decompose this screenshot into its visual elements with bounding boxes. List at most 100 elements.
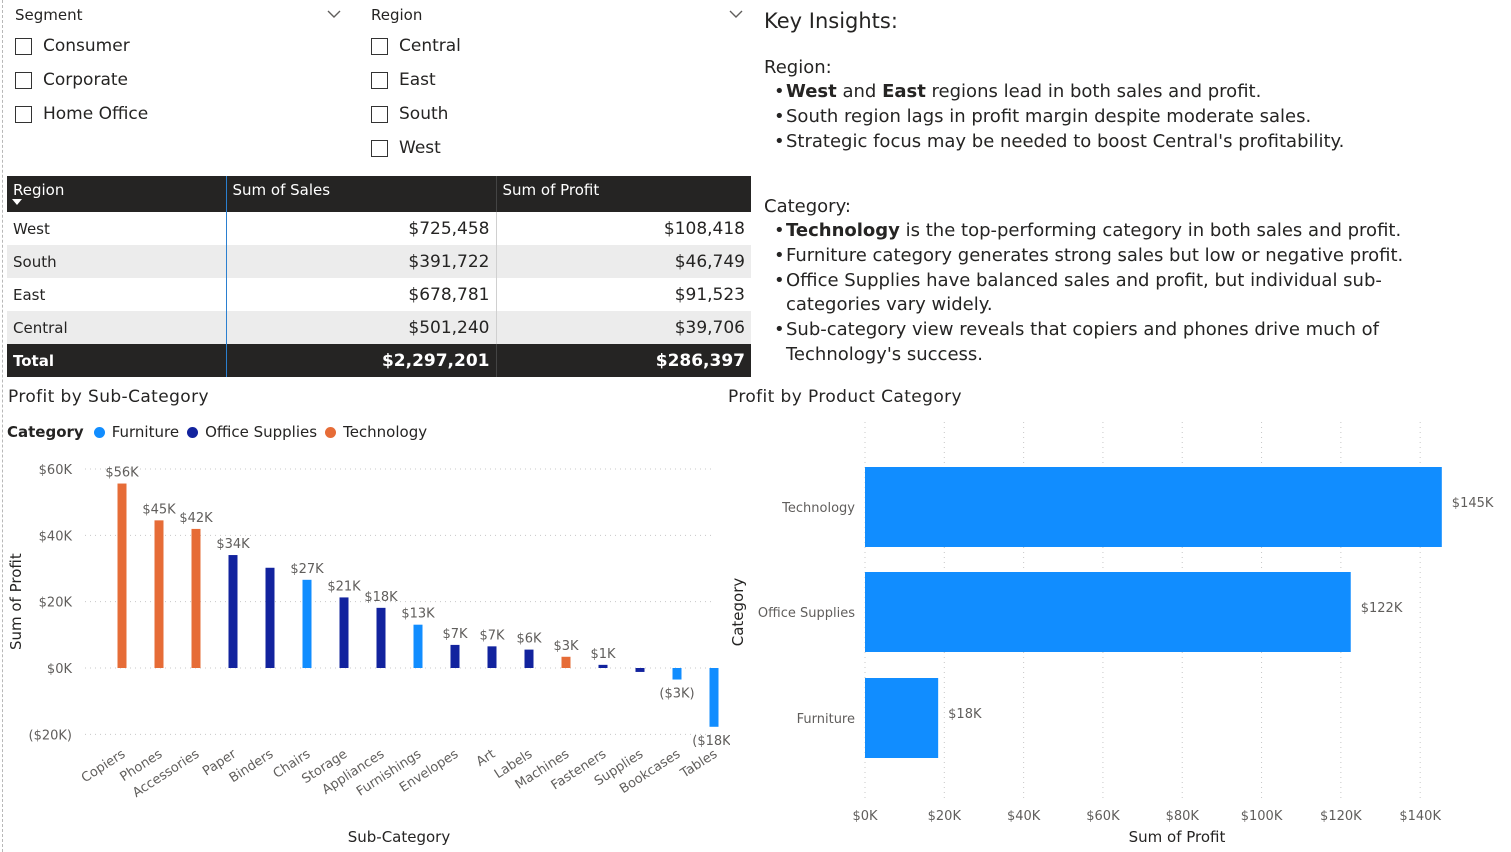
data-label: $7K <box>442 627 468 642</box>
segment-option-corporate[interactable]: Corporate <box>15 63 345 97</box>
legend-label[interactable]: Furniture <box>112 423 179 441</box>
table-cell: Central <box>7 311 227 344</box>
product-category-chart-title: Profit by Product Category <box>728 387 963 407</box>
option-label: East <box>399 70 436 90</box>
x-tick-label: $140K <box>1399 809 1441 824</box>
sort-descending-icon[interactable] <box>12 199 22 205</box>
category-bullet: Technology is the top-performing categor… <box>774 219 1484 244</box>
y-tick-label: ($20K) <box>29 728 72 743</box>
category-heading: Category: <box>764 195 851 217</box>
bar-furniture <box>865 678 939 758</box>
data-label: ($3K) <box>659 687 694 702</box>
checkbox[interactable] <box>371 71 388 89</box>
checkbox[interactable] <box>371 37 388 55</box>
region-option-west[interactable]: West <box>371 131 701 165</box>
option-label: Central <box>399 36 461 56</box>
checkbox[interactable] <box>371 105 388 123</box>
table-row: Central $501,240 $39,706 <box>7 311 751 344</box>
y-tick-label: $0K <box>47 662 73 677</box>
data-label: $45K <box>142 502 176 517</box>
checkbox[interactable] <box>15 71 32 89</box>
x-tick-label: Tables <box>677 747 720 782</box>
data-label: $145K <box>1452 496 1494 511</box>
y-tick-label: Furniture <box>797 712 855 727</box>
table-row: East $678,781 $91,523 <box>7 278 751 311</box>
y-tick-label: $40K <box>39 529 73 544</box>
category-bullet: Sub-category view reveals that copiers a… <box>774 318 1466 367</box>
checkbox[interactable] <box>15 37 32 55</box>
bar-copiers <box>117 483 127 668</box>
subcategory-profit-chart: ($20K) $0K $20K $40K $60K Sum of Profit $56K Co… <box>7 463 730 846</box>
segment-chevron-down-icon[interactable] <box>326 8 342 20</box>
region-chevron-down-icon[interactable] <box>728 8 744 20</box>
region-option-east[interactable]: East <box>371 63 701 97</box>
legend-dot-office-supplies <box>187 426 199 438</box>
bar-storage <box>339 597 349 668</box>
table-cell: West <box>7 212 227 245</box>
x-tick-label: $0K <box>852 809 878 824</box>
segment-option-consumer[interactable]: Consumer <box>15 29 345 63</box>
chart-legend: Category Furniture Office Supplies Techn… <box>7 423 427 441</box>
region-bullet: South region lags in profit margin despi… <box>774 105 1484 130</box>
x-tick-label: $20K <box>928 809 962 824</box>
region-bullet: Strategic focus may be needed to boost C… <box>774 130 1484 155</box>
legend-dot-furniture <box>93 426 105 438</box>
checkbox[interactable] <box>15 105 32 123</box>
legend-title: Category <box>7 423 84 441</box>
y-tick-label: $60K <box>39 463 73 478</box>
y-axis-title: Category <box>729 578 747 647</box>
table-cell: South <box>7 245 227 278</box>
y-axis-title: Sum of Profit <box>7 553 25 650</box>
bar-envelopes <box>450 644 460 668</box>
region-option-south[interactable]: South <box>371 97 701 131</box>
bar-office-supplies <box>865 572 1351 652</box>
x-tick-label: $60K <box>1086 809 1120 824</box>
y-tick-label: Technology <box>781 501 855 516</box>
x-tick-label: $40K <box>1007 809 1041 824</box>
table-cell: Total <box>7 344 227 377</box>
data-label: $42K <box>179 511 213 526</box>
legend-label[interactable]: Technology <box>343 423 427 441</box>
region-slicer-title: Region <box>371 6 423 24</box>
x-axis-title: Sub-Category <box>348 828 451 846</box>
y-tick-label: $20K <box>39 596 73 611</box>
legend-label[interactable]: Office Supplies <box>205 423 317 441</box>
table-cell: $286,397 <box>496 344 751 377</box>
column-header-sales[interactable]: Sum of Sales <box>226 176 497 212</box>
segment-option-home-office[interactable]: Home Office <box>15 97 345 131</box>
data-label: $6K <box>516 632 542 647</box>
column-header-profit[interactable]: Sum of Profit <box>496 176 751 212</box>
segment-slicer: Segment Consumer Corporate Home Office <box>15 6 345 131</box>
segment-slicer-title: Segment <box>15 6 83 24</box>
bar-supplies <box>635 668 645 672</box>
data-label: $3K <box>553 639 579 654</box>
bar-phones <box>154 520 164 668</box>
data-label: $13K <box>401 607 435 622</box>
table-cell: East <box>7 278 227 311</box>
bar-bookcases <box>672 668 682 680</box>
table-total-row: Total $2,297,201 $286,397 <box>7 344 751 377</box>
bar-tables <box>709 668 719 727</box>
bar-machines <box>561 656 571 668</box>
insights-title: Key Insights: <box>764 9 898 33</box>
data-label: $1K <box>590 647 616 662</box>
region-table: Region Sum of Sales Sum of Profit West $… <box>7 176 751 377</box>
category-bullet: Furniture category generates strong sale… <box>774 244 1484 269</box>
bar-accessories <box>191 528 201 668</box>
checkbox[interactable] <box>371 139 388 157</box>
bar-furnishings <box>413 624 423 668</box>
bar-fasteners <box>598 664 608 668</box>
region-slicer: Region Central East South West <box>371 6 701 165</box>
table-row: West $725,458 $108,418 <box>7 212 751 245</box>
table-cell: $46,749 <box>496 245 751 278</box>
x-tick-label: Copiers <box>79 747 128 786</box>
table-cell: $2,297,201 <box>226 344 497 377</box>
bar-appliances <box>376 607 386 668</box>
column-header-region[interactable]: Region <box>7 176 227 212</box>
table-cell: $391,722 <box>226 245 497 278</box>
region-option-central[interactable]: Central <box>371 29 701 63</box>
data-label: $27K <box>290 562 324 577</box>
table-cell: $91,523 <box>674 284 745 305</box>
table-cell: $725,458 <box>226 212 497 245</box>
category-bullet: Office Supplies have balanced sales and … <box>774 269 1466 318</box>
